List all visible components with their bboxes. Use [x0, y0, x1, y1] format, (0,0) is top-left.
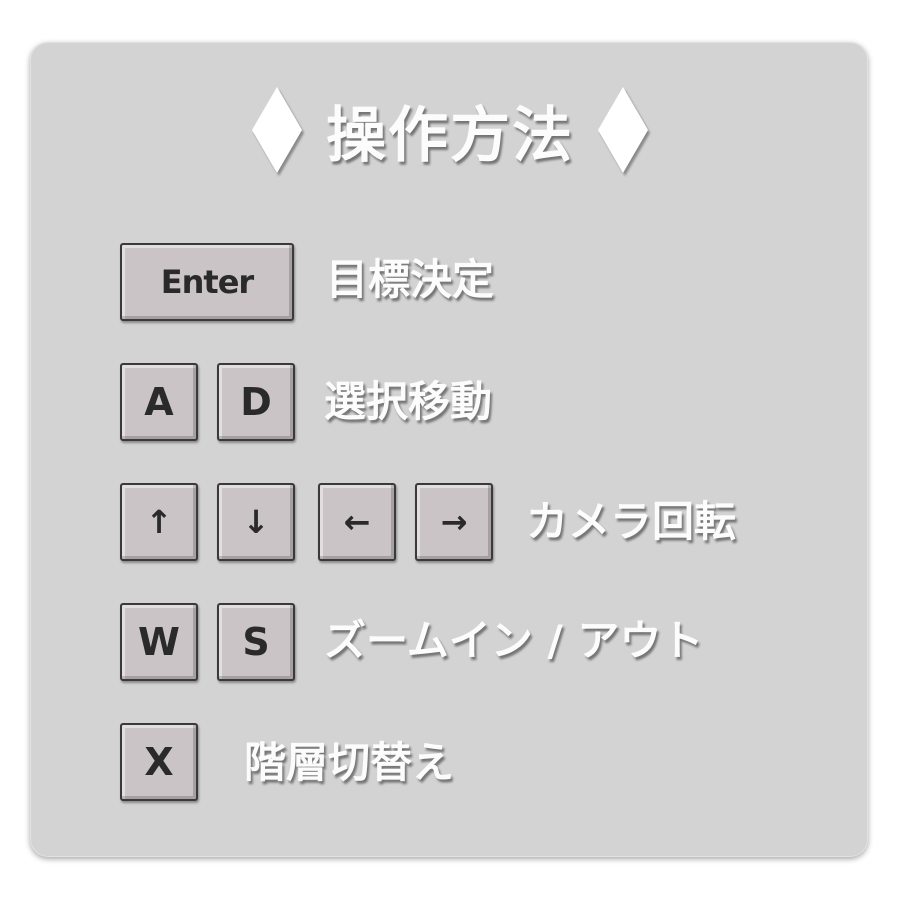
key-d: D	[217, 363, 295, 441]
action-move-selection: 選択移動	[324, 377, 493, 426]
arrow-up-icon: ↑	[145, 503, 173, 541]
diamond-right-icon	[598, 87, 648, 173]
diamond-left-icon	[252, 87, 302, 173]
action-zoom: ズームイン / アウト	[324, 616, 704, 665]
key-label: S	[242, 620, 270, 664]
key-enter: Enter	[120, 243, 294, 321]
key-label: D	[240, 380, 272, 424]
arrow-left-icon: ←	[343, 503, 371, 541]
action-camera-rotate: カメラ回転	[526, 497, 737, 546]
key-right-arrow: →	[415, 483, 493, 561]
key-up-arrow: ↑	[120, 483, 198, 561]
arrow-down-icon: ↓	[242, 503, 270, 541]
arrow-right-icon: →	[440, 503, 468, 541]
action-switch-floor: 階層切替え	[244, 738, 455, 787]
key-down-arrow: ↓	[217, 483, 295, 561]
key-w: W	[120, 603, 198, 681]
key-label: Enter	[160, 263, 254, 301]
key-a: A	[120, 363, 198, 441]
key-s: S	[217, 603, 295, 681]
key-label: A	[144, 380, 174, 424]
action-confirm-target: 目標決定	[326, 255, 495, 304]
key-label: X	[144, 740, 174, 784]
title-row: 操作方法	[0, 87, 900, 173]
panel-title: 操作方法	[326, 100, 574, 171]
key-x: X	[120, 723, 198, 801]
key-left-arrow: ←	[318, 483, 396, 561]
key-label: W	[138, 620, 180, 664]
